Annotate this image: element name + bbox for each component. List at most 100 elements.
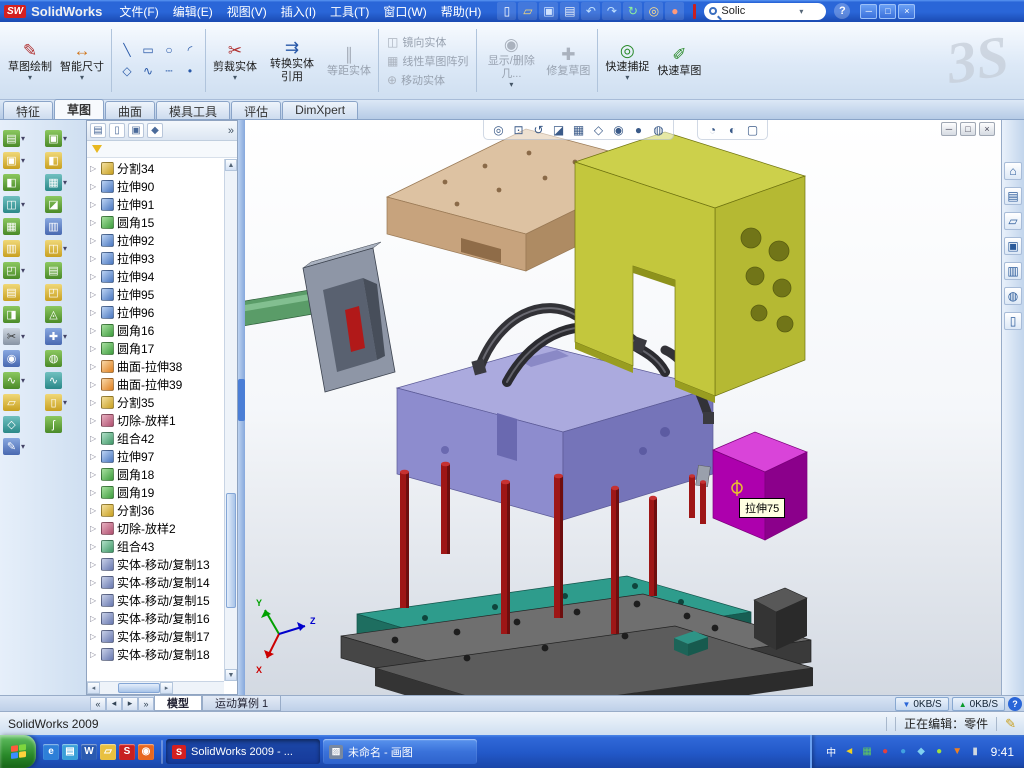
study-nav-button[interactable]: ◂: [106, 697, 122, 711]
tree-filter-bar[interactable]: [87, 141, 237, 158]
tree-horizontal-scrollbar[interactable]: ◂ ▸: [87, 681, 224, 694]
zoom-fit-icon[interactable]: ◎: [490, 121, 507, 138]
feature-tool-icon[interactable]: ◬: [45, 306, 62, 323]
feature-tool-icon[interactable]: ▥: [45, 218, 62, 235]
tree-item[interactable]: ▷拉伸93: [87, 249, 224, 267]
tray-antivirus-icon[interactable]: ◆: [914, 744, 929, 759]
feature-tool-icon[interactable]: ∿: [45, 372, 62, 389]
study-tab[interactable]: 模型: [154, 696, 202, 711]
feature-tool-icon[interactable]: ◰: [45, 284, 62, 301]
expand-icon[interactable]: ▷: [90, 380, 98, 389]
previous-view-icon[interactable]: ↺: [530, 121, 547, 138]
feature-tool-icon[interactable]: ▣▾: [45, 130, 67, 147]
expand-icon[interactable]: ▷: [90, 614, 98, 623]
dimxpertmanager-tab-icon[interactable]: ◆: [147, 123, 163, 138]
scrollbar-thumb[interactable]: [118, 683, 160, 693]
tree-item[interactable]: ▷曲面-拉伸39: [87, 375, 224, 393]
expand-icon[interactable]: ▷: [90, 398, 98, 407]
search-dropdown-icon[interactable]: ▾: [799, 7, 803, 16]
expand-icon[interactable]: ▷: [90, 182, 98, 191]
commandmanager-tab-2[interactable]: 曲面: [105, 101, 155, 119]
tree-item[interactable]: ▷实体-移动/复制18: [87, 645, 224, 663]
tree-item[interactable]: ▷实体-移动/复制15: [87, 591, 224, 609]
view-settings-icon[interactable]: ◔: [704, 121, 721, 138]
close-button[interactable]: ×: [898, 4, 915, 19]
quicklaunch-word-icon[interactable]: W: [81, 744, 97, 760]
linear-sketch-pattern-button[interactable]: ▦ 线性草图阵列: [384, 53, 471, 69]
feature-tool-icon[interactable]: ◫▾: [3, 196, 25, 213]
feature-tool-icon[interactable]: ◉: [3, 350, 20, 367]
tree-item[interactable]: ▷拉伸96: [87, 303, 224, 321]
tree-item[interactable]: ▷拉伸97: [87, 447, 224, 465]
menu-item[interactable]: 文件(F): [112, 1, 165, 22]
featuremanager-tab-icon[interactable]: ▤: [90, 123, 106, 138]
tree-vertical-scrollbar[interactable]: ▲ ▼: [224, 159, 237, 681]
tree-item[interactable]: ▷圆角19: [87, 483, 224, 501]
part-clamp-bracket[interactable]: [575, 132, 805, 403]
redo-icon[interactable]: ↷: [602, 2, 621, 20]
study-nav-button[interactable]: »: [138, 697, 154, 711]
commandmanager-tab-0[interactable]: 特征: [3, 101, 53, 119]
tree-item[interactable]: ▷分割34: [87, 159, 224, 177]
widget-help-icon[interactable]: ?: [1008, 697, 1022, 711]
expand-icon[interactable]: ▷: [90, 434, 98, 443]
expand-icon[interactable]: ▷: [90, 272, 98, 281]
feature-tool-icon[interactable]: ∿▾: [3, 372, 25, 389]
quicklaunch-solidworks-icon[interactable]: S: [119, 744, 135, 760]
quicklaunch-folder-icon[interactable]: ▱: [100, 744, 116, 760]
doc-close-button[interactable]: ×: [979, 122, 995, 136]
appearances-icon[interactable]: ◍: [1004, 287, 1022, 305]
quicklaunch-media-icon[interactable]: ◉: [138, 744, 154, 760]
feature-tool-icon[interactable]: ◪: [45, 196, 62, 213]
commandmanager-tab-5[interactable]: DimXpert: [282, 101, 358, 119]
configurationmanager-tab-icon[interactable]: ▣: [128, 123, 144, 138]
minimize-button[interactable]: ─: [860, 4, 877, 19]
full-screen-icon[interactable]: ▢: [744, 121, 761, 138]
tree-item[interactable]: ▷拉伸94: [87, 267, 224, 285]
start-button[interactable]: [0, 735, 36, 768]
feature-tool-icon[interactable]: ▥: [3, 240, 20, 257]
feature-tool-icon[interactable]: ▤: [45, 262, 62, 279]
expand-icon[interactable]: ▷: [90, 164, 98, 173]
feature-tool-icon[interactable]: ▦▾: [45, 174, 67, 191]
feature-tool-icon[interactable]: ▱: [3, 394, 20, 411]
tray-volume-icon[interactable]: ◄: [842, 744, 857, 759]
quicklaunch-show-desktop-icon[interactable]: ▤: [62, 744, 78, 760]
line-icon[interactable]: ╲: [117, 40, 137, 60]
tree-item[interactable]: ▷实体-移动/复制16: [87, 609, 224, 627]
quicklaunch-ie-icon[interactable]: e: [43, 744, 59, 760]
rebuild-icon[interactable]: ↻: [623, 2, 642, 20]
feature-tool-icon[interactable]: ◫▾: [45, 240, 67, 257]
smart-dimension-button[interactable]: ↔ 智能尺寸 ▾: [56, 24, 108, 97]
view-orientation-icon[interactable]: ▦: [570, 121, 587, 138]
feature-tool-icon[interactable]: ◨: [3, 306, 20, 323]
study-tab[interactable]: 运动算例 1: [202, 696, 281, 711]
tree-item[interactable]: ▷实体-移动/复制14: [87, 573, 224, 591]
section-view-icon[interactable]: ◪: [550, 121, 567, 138]
feature-tool-icon[interactable]: ✚▾: [45, 328, 67, 345]
scroll-up-icon[interactable]: ▲: [225, 159, 237, 171]
feature-tool-icon[interactable]: ◧: [45, 152, 62, 169]
maximize-button[interactable]: □: [879, 4, 896, 19]
tray-security-icon[interactable]: ●: [878, 744, 893, 759]
sketch-draw-button[interactable]: ✎ 草图绘制 ▾: [4, 24, 56, 97]
file-explorer-icon[interactable]: ▱: [1004, 212, 1022, 230]
expand-icon[interactable]: ▷: [90, 506, 98, 515]
mirror-entities-button[interactable]: ◫ 镜向实体: [384, 34, 471, 50]
part-clamp-block[interactable]: [303, 242, 395, 392]
model-view[interactable]: Y X Z: [245, 120, 1001, 695]
part-ejector-block[interactable]: [713, 432, 807, 540]
expand-icon[interactable]: ▷: [90, 308, 98, 317]
feature-tool-icon[interactable]: ▤▾: [3, 130, 25, 147]
expand-icon[interactable]: ▷: [90, 344, 98, 353]
commandmanager-tab-3[interactable]: 模具工具: [156, 101, 230, 119]
tree-item[interactable]: ▷曲面-拉伸38: [87, 357, 224, 375]
expand-icon[interactable]: ▷: [90, 362, 98, 371]
tree-item[interactable]: ▷圆角18: [87, 465, 224, 483]
expand-icon[interactable]: ▷: [90, 326, 98, 335]
tree-item[interactable]: ▷组合43: [87, 537, 224, 555]
feature-tool-icon[interactable]: ʃ: [45, 416, 62, 433]
display-delete-relations-button[interactable]: ◉ 显示/删除几... ▾: [480, 24, 542, 97]
taskbar-task[interactable]: ▨未命名 - 画图: [323, 739, 477, 764]
undo-icon[interactable]: ↶: [581, 2, 600, 20]
